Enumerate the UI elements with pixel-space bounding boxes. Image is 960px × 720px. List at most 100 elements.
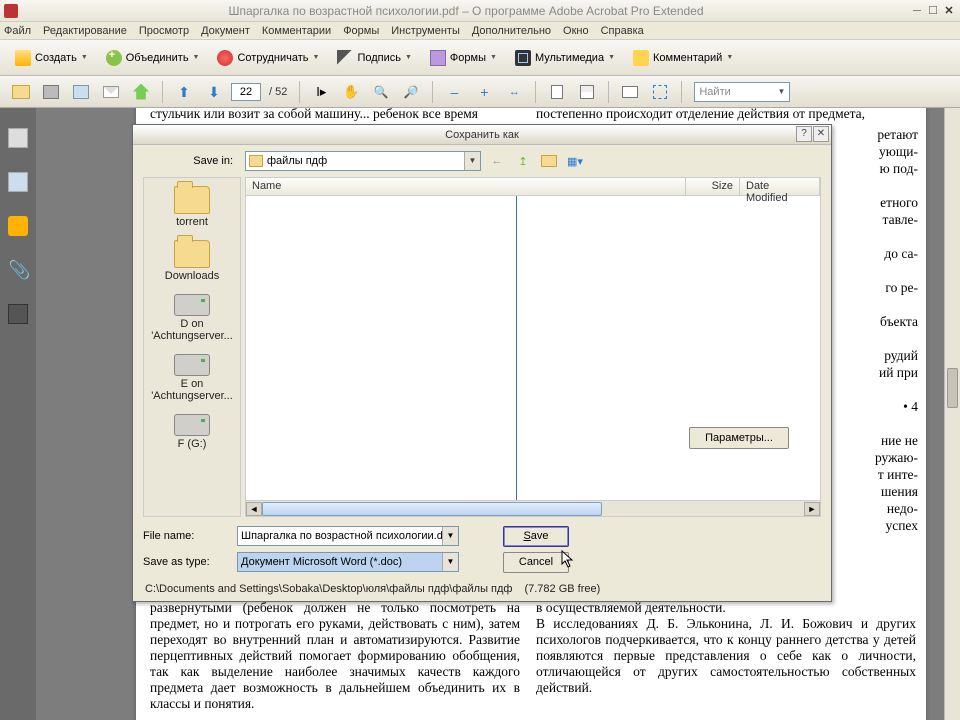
view-menu-button[interactable]: ▦▾ — [565, 151, 585, 171]
find-input[interactable]: Найти▼ — [694, 82, 790, 102]
place-item[interactable]: D on 'Achtungserver... — [147, 294, 237, 342]
place-item[interactable]: Downloads — [147, 240, 237, 282]
menu-tools[interactable]: Инструменты — [391, 25, 460, 37]
close-button[interactable]: ✕ — [942, 4, 956, 18]
folder-icon — [174, 240, 210, 268]
page-text: постепенно происходит отделение действия… — [536, 108, 916, 122]
save-type-combo[interactable]: Документ Microsoft Word (*.doc)▼ — [237, 552, 459, 572]
nav-up-button[interactable]: ↥ — [513, 151, 533, 171]
save-button[interactable]: SSaveave — [503, 526, 569, 547]
scrollbar-thumb[interactable] — [262, 502, 602, 516]
bookmarks-panel-icon[interactable] — [8, 172, 28, 192]
nav-back-button[interactable]: ← — [487, 151, 507, 171]
menu-document[interactable]: Документ — [201, 25, 250, 37]
multimedia-button[interactable]: Мультимедиа▼ — [508, 46, 622, 70]
page-number-input[interactable] — [231, 83, 261, 101]
save-icon — [73, 85, 89, 99]
col-name[interactable]: Name — [246, 178, 686, 195]
col-size[interactable]: Size — [686, 178, 740, 195]
page-text: в осуществляемой деятельности. В исследо… — [536, 600, 916, 696]
place-item[interactable]: torrent — [147, 186, 237, 228]
page-total: / 52 — [269, 86, 287, 98]
open-button[interactable] — [8, 79, 34, 105]
maximize-button[interactable]: ☐ — [926, 4, 940, 18]
dialog-help-button[interactable]: ? — [796, 126, 812, 142]
fullscreen-icon — [653, 85, 667, 99]
filename-label: File name: — [143, 530, 229, 542]
create-button[interactable]: Создать▼ — [8, 46, 95, 70]
chevron-down-icon[interactable]: ▼ — [442, 553, 458, 571]
print-icon — [43, 85, 59, 99]
email-button[interactable] — [98, 79, 124, 105]
save-in-label: Save in: — [143, 155, 233, 167]
chevron-down-icon[interactable]: ▼ — [442, 527, 458, 545]
two-page-button[interactable] — [617, 79, 643, 105]
pages-panel-icon[interactable] — [8, 128, 28, 148]
window-title: Шпаргалка по возрастной психологии.pdf –… — [24, 4, 908, 18]
places-bar: torrent Downloads D on 'Achtungserver...… — [143, 177, 241, 517]
file-list[interactable]: Name Size Date Modified ◄ ► — [245, 177, 821, 517]
vertical-scrollbar[interactable] — [944, 108, 960, 720]
menu-edit[interactable]: Редактирование — [43, 25, 127, 37]
menubar: Файл Редактирование Просмотр Документ Ко… — [0, 22, 960, 40]
cancel-button[interactable]: Cancel — [503, 552, 569, 573]
drive-icon — [174, 414, 210, 436]
home-button[interactable] — [128, 79, 154, 105]
folder-icon — [174, 186, 210, 214]
combine-button[interactable]: Объединить▼ — [99, 46, 207, 70]
forms-button[interactable]: Формы▼ — [423, 46, 504, 70]
save-button-tb[interactable] — [68, 79, 94, 105]
parameters-button[interactable]: Параметры... — [689, 427, 789, 449]
scroll-right-button[interactable]: ► — [804, 502, 820, 516]
signatures-panel-icon[interactable] — [8, 304, 28, 324]
next-page-button[interactable]: ⬇ — [201, 79, 227, 105]
menu-comments[interactable]: Комментарии — [262, 25, 331, 37]
comment-button[interactable]: Комментарий▼ — [626, 46, 740, 70]
zoom-in-button[interactable]: + — [471, 79, 497, 105]
menu-file[interactable]: Файл — [4, 25, 31, 37]
file-list-body[interactable] — [246, 196, 820, 500]
zoom-out-button[interactable]: – — [441, 79, 467, 105]
scroll-left-button[interactable]: ◄ — [246, 502, 262, 516]
chevron-down-icon[interactable]: ▼ — [464, 152, 480, 170]
menu-help[interactable]: Справка — [601, 25, 644, 37]
menu-view[interactable]: Просмотр — [139, 25, 189, 37]
marquee-zoom[interactable]: 🔍 — [368, 79, 394, 105]
continuous-button[interactable] — [574, 79, 600, 105]
save-type-label: Save as type: — [143, 556, 229, 568]
select-tool[interactable]: I▸ — [308, 79, 334, 105]
hand-tool[interactable]: ✋ — [338, 79, 364, 105]
comments-panel-icon[interactable] — [8, 216, 28, 236]
single-page-button[interactable] — [544, 79, 570, 105]
hand-icon: ✋ — [343, 84, 359, 100]
col-date[interactable]: Date Modified — [740, 178, 820, 195]
scrollbar-thumb[interactable] — [947, 368, 958, 408]
menu-forms[interactable]: Формы — [343, 25, 379, 37]
fit-width-button[interactable]: ↔ — [501, 79, 527, 105]
place-item[interactable]: F (G:) — [147, 414, 237, 450]
place-item[interactable]: E on 'Achtungserver... — [147, 354, 237, 402]
sign-icon — [337, 50, 353, 66]
home-icon — [133, 84, 149, 100]
current-path: C:\Documents and Settings\Sobaka\Desktop… — [145, 583, 512, 595]
print-button[interactable] — [38, 79, 64, 105]
zoom-dynamic[interactable]: 🔎 — [398, 79, 424, 105]
file-list-header: Name Size Date Modified — [246, 178, 820, 196]
dialog-close-button[interactable]: ✕ — [813, 126, 829, 142]
filename-combo[interactable]: Шпаргалка по возрастной психологии.doc▼ — [237, 526, 459, 546]
fullscreen-button[interactable] — [647, 79, 673, 105]
new-folder-button[interactable] — [539, 151, 559, 171]
menu-window[interactable]: Окно — [563, 25, 589, 37]
collaborate-button[interactable]: Сотрудничать▼ — [210, 46, 326, 70]
menu-advanced[interactable]: Дополнительно — [472, 25, 551, 37]
attachments-panel-icon[interactable]: 📎 — [8, 260, 28, 280]
multimedia-icon — [515, 50, 531, 66]
minimize-button[interactable]: ─ — [910, 4, 924, 18]
prev-page-button[interactable]: ⬆ — [171, 79, 197, 105]
acrobat-logo-icon — [4, 4, 18, 18]
navigation-pane: 📎 — [0, 108, 36, 720]
save-in-combo[interactable]: файлы пдф ▼ — [245, 151, 481, 171]
comment-icon — [633, 50, 649, 66]
horizontal-scrollbar[interactable]: ◄ ► — [246, 500, 820, 516]
sign-button[interactable]: Подпись▼ — [330, 46, 418, 70]
